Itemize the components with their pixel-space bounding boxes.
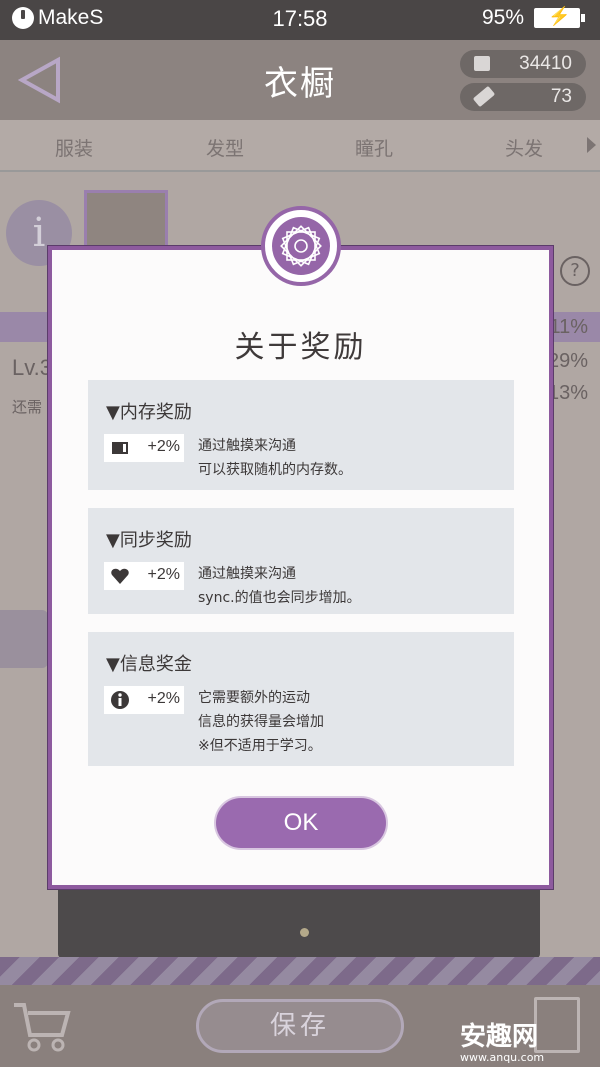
section-heading: ▼同步奖励 xyxy=(106,530,192,551)
memory-icon xyxy=(112,442,128,454)
tab-pupil[interactable]: 瞳孔 xyxy=(355,134,393,161)
percent-1: 11% xyxy=(549,316,588,338)
cart-icon[interactable] xyxy=(12,999,72,1053)
bonus-chip: +2% xyxy=(104,686,184,714)
flower-icon xyxy=(272,217,330,275)
description-line: 可以获取随机的内存数。 xyxy=(198,462,352,478)
bonus-value: +2% xyxy=(147,690,180,707)
section-description: 通过触摸来沟通 sync.的值也会同步增加。 xyxy=(198,562,361,610)
save-button[interactable]: 保存 xyxy=(196,999,404,1053)
description-line: ※但不适用于学习。 xyxy=(198,738,322,754)
section-description: 它需要额外的运动 信息的获得量会增加 ※但不适用于学习。 xyxy=(198,686,324,758)
section-description: 通过触摸来沟通 可以获取随机的内存数。 xyxy=(198,434,352,482)
bonus-chip: +2% xyxy=(104,434,184,462)
sync-reward-card: ▼同步奖励 +2% 通过触摸来沟通 sync.的值也会同步增加。 xyxy=(88,508,514,614)
ok-button[interactable]: OK xyxy=(216,798,386,848)
section-heading: ▼信息奖金 xyxy=(106,654,192,675)
battery-indicator: 95% xyxy=(481,6,585,30)
bonus-chip: +2% xyxy=(104,562,184,590)
shirt-icon[interactable] xyxy=(0,610,48,668)
level-label: Lv.3 xyxy=(12,355,52,380)
coins-counter: 34410 xyxy=(460,50,586,78)
description-line: sync.的值也会同步增加。 xyxy=(198,590,361,606)
coins-value: 34410 xyxy=(519,53,572,74)
bonus-value: +2% xyxy=(147,566,180,583)
watermark: 安趣网 www.anqu.com xyxy=(460,1016,544,1064)
section-heading: ▼内存奖励 xyxy=(106,402,192,423)
character-suit xyxy=(58,888,540,958)
memory-reward-card: ▼内存奖励 +2% 通过触摸来沟通 可以获取随机的内存数。 xyxy=(88,380,514,490)
bonus-value: +2% xyxy=(147,438,180,455)
percent-2: 29% xyxy=(547,350,588,372)
tabs-next-arrow-icon[interactable] xyxy=(587,137,596,153)
heart-icon xyxy=(111,568,129,584)
tickets-counter: 73 xyxy=(460,83,586,111)
memory-icon xyxy=(474,56,490,71)
percent-3: 13% xyxy=(547,382,588,404)
description-line: 通过触摸来沟通 xyxy=(198,438,296,454)
flower-emblem-icon xyxy=(261,206,341,286)
tab-hair[interactable]: 头发 xyxy=(505,134,543,161)
tab-hairstyle[interactable]: 发型 xyxy=(206,134,244,161)
battery-icon xyxy=(534,6,585,28)
watermark-url: www.anqu.com xyxy=(460,1051,545,1064)
description-line: 它需要额外的运动 xyxy=(198,690,310,706)
help-icon[interactable]: ? xyxy=(560,256,590,286)
ticket-icon xyxy=(472,85,496,108)
dialog-title: 关于奖励 xyxy=(234,330,367,365)
description-line: 信息的获得量会增加 xyxy=(198,714,324,730)
info-icon xyxy=(111,691,129,709)
reward-info-dialog: 关于奖励 ▼内存奖励 +2% 通过触摸来沟通 可以获取随机的内存数。 ▼同步奖励… xyxy=(48,246,553,889)
header-bar: 衣橱 34410 73 xyxy=(0,40,600,120)
tab-clothing[interactable]: 服装 xyxy=(55,134,93,161)
status-bar: MakeS 17:58 95% xyxy=(0,0,600,40)
category-tabs: 服装 发型 瞳孔 头发 xyxy=(0,120,600,172)
info-bonus-card: ▼信息奖金 +2% 它需要额外的运动 信息的获得量会增加 ※但不适用于学习。 xyxy=(88,632,514,766)
watermark-name: 安趣网 xyxy=(460,1022,539,1052)
decorative-pattern xyxy=(0,957,600,985)
description-line: 通过触摸来沟通 xyxy=(198,566,296,582)
tickets-value: 73 xyxy=(550,86,572,107)
battery-percent: 95% xyxy=(481,6,524,29)
remaining-label: 还需 xyxy=(12,398,43,416)
